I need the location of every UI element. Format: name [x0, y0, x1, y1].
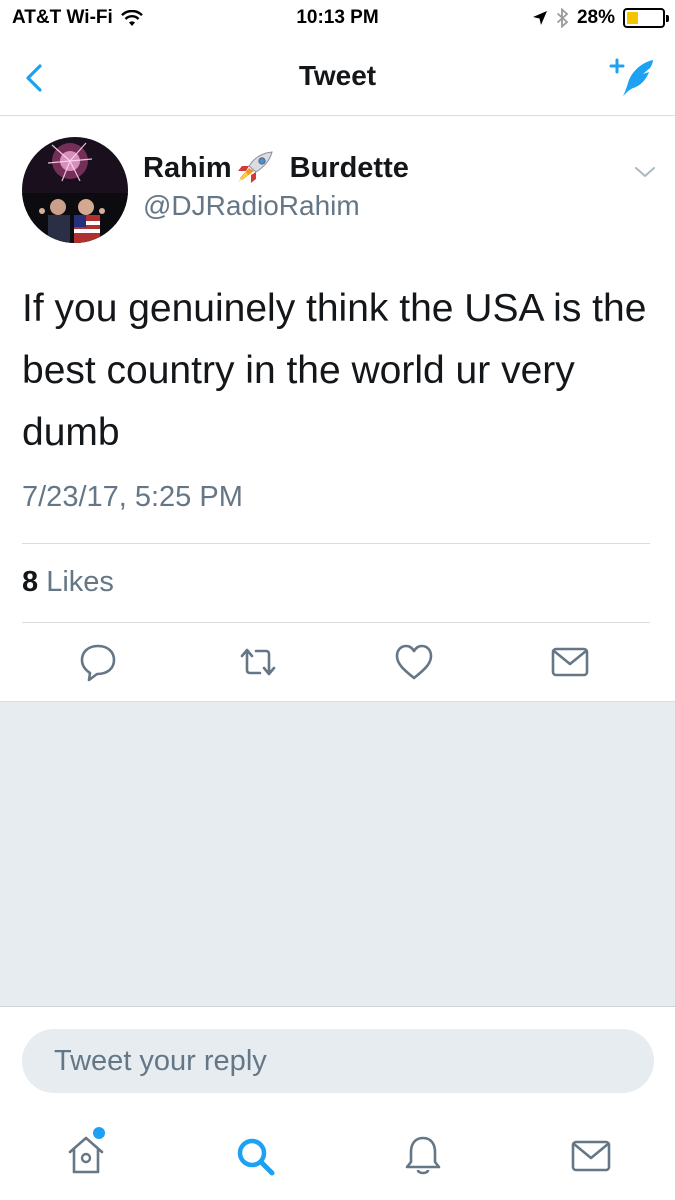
direct-message-icon[interactable]	[548, 640, 592, 684]
battery-fill	[627, 12, 638, 24]
bluetooth-icon	[556, 8, 569, 28]
likes-number: 8	[22, 566, 39, 598]
status-bar: AT&T Wi-Fi 10:13 PM 28%	[0, 0, 675, 38]
reply-icon[interactable]	[76, 640, 120, 684]
location-arrow-icon	[532, 11, 547, 25]
avatar[interactable]	[22, 137, 128, 243]
tweet-action-bar	[0, 640, 675, 690]
divider	[22, 543, 650, 544]
likes-label: Likes	[46, 566, 114, 598]
search-icon[interactable]	[231, 1132, 279, 1180]
battery-icon	[623, 8, 669, 28]
chevron-down-icon[interactable]	[632, 162, 658, 182]
display-name-first: Rahim	[143, 151, 232, 184]
page-title: Tweet	[298, 60, 377, 91]
home-notification-dot	[93, 1127, 105, 1139]
tab-bar	[0, 1110, 675, 1200]
divider	[22, 622, 650, 623]
display-name[interactable]: Rahim Burdette	[143, 150, 409, 186]
like-icon[interactable]	[392, 640, 436, 684]
home-icon[interactable]	[62, 1132, 110, 1180]
retweet-icon[interactable]	[236, 640, 280, 684]
nav-bar: Tweet	[0, 38, 675, 116]
reply-input[interactable]: Tweet your reply	[22, 1029, 654, 1093]
replies-area	[0, 701, 675, 1007]
battery-percent: 28%	[576, 7, 615, 28]
tweet-timestamp: 7/23/17, 5:25 PM	[22, 481, 243, 513]
messages-icon[interactable]	[567, 1132, 615, 1180]
avatar-image	[22, 137, 128, 243]
tweet-text: If you genuinely think the USA is the be…	[22, 287, 647, 454]
compose-tweet-icon[interactable]	[609, 56, 657, 100]
notifications-icon[interactable]	[399, 1132, 447, 1180]
likes-count[interactable]: 8 Likes	[22, 566, 114, 599]
status-right: 28%	[532, 7, 669, 29]
rocket-emoji	[237, 151, 273, 183]
reply-placeholder: Tweet your reply	[54, 1044, 267, 1077]
user-handle[interactable]: @DJRadioRahim	[143, 190, 360, 222]
display-name-last: Burdette	[289, 151, 409, 184]
